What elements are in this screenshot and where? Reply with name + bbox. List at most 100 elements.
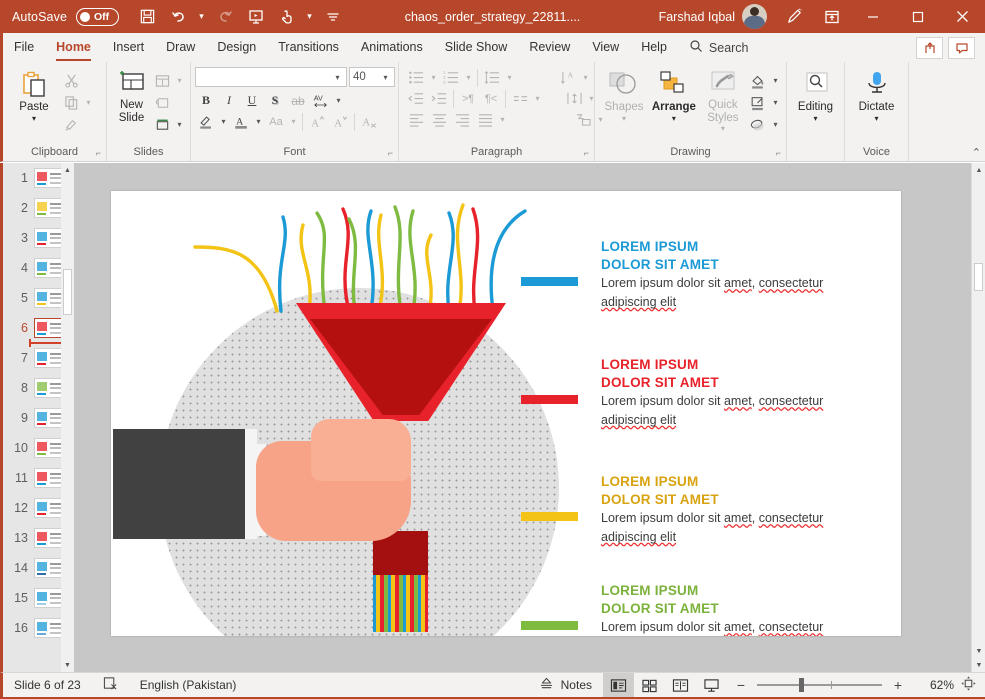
tab-help[interactable]: Help [630, 35, 678, 62]
editing-button[interactable]: Editing ▾ [792, 67, 839, 122]
section-icon[interactable] [151, 114, 173, 135]
paste-button[interactable]: Paste ▾ [8, 67, 60, 122]
zoom-level[interactable]: 62% [912, 678, 954, 692]
font-name-dropdown-icon[interactable]: ▾ [332, 73, 343, 82]
accessibility-checker[interactable] [92, 673, 129, 697]
text-highlight-dropdown-icon[interactable]: ▾ [218, 117, 229, 126]
paragraph-dialog-launcher[interactable]: ⌐ [584, 148, 589, 158]
zoom-track[interactable] [757, 678, 882, 692]
language-indicator[interactable]: English (Pakistan) [129, 673, 248, 697]
tab-animations[interactable]: Animations [350, 35, 434, 62]
zoom-slider-handle[interactable] [799, 678, 804, 692]
slide-scrollbar-thumb[interactable] [974, 263, 983, 291]
tab-design[interactable]: Design [206, 35, 267, 62]
slide-thumbnail-number: 16 [14, 621, 28, 635]
search-box[interactable]: Search [678, 36, 760, 62]
italic-button[interactable]: I [218, 90, 240, 111]
thumbnail-scrollbar-thumb[interactable] [63, 269, 72, 315]
zoom-slider[interactable]: − + [727, 677, 912, 693]
customize-quick-access-toolbar-icon[interactable] [318, 3, 347, 30]
dictate-button[interactable]: Dictate ▾ [851, 67, 903, 122]
misspelled-word: amet [723, 620, 752, 634]
start-presentation-icon[interactable] [241, 3, 270, 30]
character-spacing-dropdown-icon[interactable]: ▾ [333, 96, 344, 105]
zoom-in-button[interactable]: + [890, 677, 906, 693]
slide-scroll-up-icon[interactable]: ▲ [972, 163, 985, 177]
shape-fill-dropdown-icon[interactable]: ▾ [770, 76, 781, 85]
font-size-dropdown-icon[interactable]: ▾ [380, 73, 391, 82]
tab-review[interactable]: Review [518, 35, 581, 62]
ink-pen-icon[interactable] [776, 0, 813, 33]
slide-area-scrollbar[interactable]: ▲ ▼ ▼ [971, 163, 985, 672]
character-spacing-icon[interactable]: AV [310, 90, 332, 111]
normal-view-button[interactable] [603, 673, 634, 697]
text-shadow-button[interactable]: S [264, 90, 286, 111]
font-size-input[interactable]: 40 ▾ [349, 67, 395, 87]
funnel-shape[interactable] [296, 303, 506, 421]
tab-transitions[interactable]: Transitions [267, 35, 350, 62]
paste-dropdown-icon[interactable]: ▾ [32, 114, 36, 122]
drawing-dialog-launcher[interactable]: ⌐ [776, 148, 781, 158]
hand-knuckles [311, 419, 411, 481]
clipboard-dialog-launcher[interactable]: ⌐ [96, 148, 101, 158]
arrange-button[interactable]: Arrange ▾ [649, 67, 699, 122]
font-color-dropdown-icon[interactable]: ▾ [253, 117, 264, 126]
autosave-toggle[interactable]: Off [76, 7, 120, 26]
font-dialog-launcher[interactable]: ⌐ [388, 148, 393, 158]
touch-mode-icon[interactable] [272, 3, 301, 30]
shape-outline-icon[interactable] [747, 92, 769, 113]
svg-text:A: A [567, 71, 573, 80]
maximize-button[interactable] [895, 0, 940, 33]
notes-button[interactable]: Notes [528, 673, 603, 697]
reading-view-button[interactable] [665, 673, 696, 697]
slide-scroll-down-icon[interactable]: ▼ [972, 644, 985, 658]
thumbnail-scroll-down-icon[interactable]: ▼ [61, 658, 74, 672]
close-button[interactable] [940, 0, 985, 33]
thumbnail-scrollbar[interactable]: ▲ ▼ [61, 163, 74, 672]
new-slide-button[interactable]: New Slide [112, 67, 151, 124]
zoom-out-button[interactable]: − [733, 677, 749, 693]
slide-canvas[interactable]: LOREM IPSUM DOLOR SIT AMET Lorem ipsum d… [111, 191, 901, 636]
tab-view[interactable]: View [581, 35, 630, 62]
comments-button[interactable] [948, 37, 975, 59]
section-dropdown-icon[interactable]: ▾ [174, 120, 185, 129]
shape-outline-dropdown-icon[interactable]: ▾ [770, 98, 781, 107]
font-name-input[interactable]: ▾ [195, 67, 347, 87]
slide-thumbnail-number: 4 [21, 261, 28, 275]
undo-dropdown-icon[interactable]: ▾ [195, 11, 208, 22]
fit-slide-to-window-button[interactable] [954, 673, 985, 697]
dark-rectangle-shape[interactable] [113, 429, 245, 539]
collapse-ribbon-icon[interactable]: ⌃ [972, 146, 981, 159]
bold-button[interactable]: B [195, 90, 217, 111]
thumbnail-scroll-up-icon[interactable]: ▲ [61, 163, 74, 177]
arrange-dropdown-icon[interactable]: ▾ [672, 114, 676, 122]
text-highlight-icon[interactable] [195, 111, 217, 132]
editing-dropdown-icon[interactable]: ▾ [813, 114, 817, 122]
ribbon-display-options-icon[interactable] [813, 0, 850, 33]
touch-mode-dropdown-icon[interactable]: ▾ [303, 11, 316, 22]
slide-editing-area[interactable]: LOREM IPSUM DOLOR SIT AMET Lorem ipsum d… [74, 163, 985, 672]
underline-button[interactable]: U [241, 90, 263, 111]
share-button[interactable] [916, 37, 943, 59]
tab-draw[interactable]: Draw [155, 35, 206, 62]
tab-file[interactable]: File [3, 35, 45, 62]
slide-sorter-view-button[interactable] [634, 673, 665, 697]
save-icon[interactable] [133, 3, 162, 30]
dictate-dropdown-icon[interactable]: ▾ [874, 114, 878, 122]
zoom-track-tick [831, 681, 832, 689]
avatar[interactable] [742, 4, 767, 29]
shape-effects-icon[interactable] [747, 114, 769, 135]
slide-show-view-button[interactable] [696, 673, 727, 697]
tab-insert[interactable]: Insert [102, 35, 155, 62]
slide-indicator[interactable]: Slide 6 of 23 [3, 673, 92, 697]
shape-fill-icon[interactable] [747, 70, 769, 91]
tab-home[interactable]: Home [45, 35, 102, 62]
slide-next-icon[interactable]: ▼ [972, 658, 985, 672]
language-label: English (Pakistan) [139, 678, 237, 692]
slide-thumbnail-pane[interactable]: 1 2 3 4 5 6 7 8 9 10 11 12 13 14 15 16 ▲ ▼ [0, 163, 74, 672]
shape-effects-dropdown-icon[interactable]: ▾ [770, 120, 781, 129]
tab-slide-show[interactable]: Slide Show [434, 35, 519, 62]
font-color-icon[interactable]: A [230, 111, 252, 132]
undo-icon[interactable] [164, 3, 193, 30]
minimize-button[interactable] [850, 0, 895, 33]
